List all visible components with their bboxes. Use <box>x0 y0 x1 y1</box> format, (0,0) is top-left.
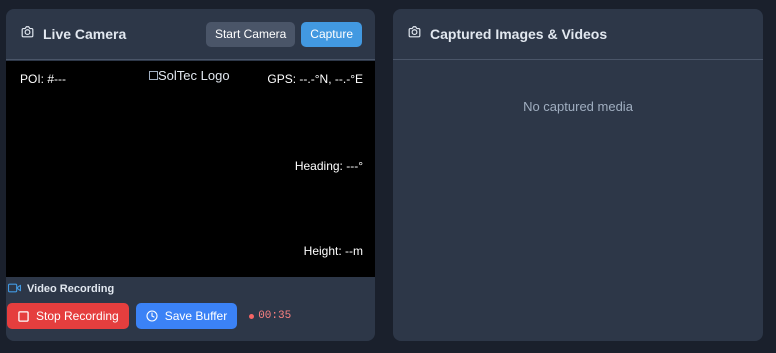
video-recording-header: Video Recording <box>6 281 375 297</box>
recording-indicator-dot <box>249 313 255 319</box>
captured-media-title: Captured Images & Videos <box>430 26 608 42</box>
stop-recording-label: Stop Recording <box>36 309 119 323</box>
camera-icon <box>407 25 422 43</box>
video-recording-section: Video Recording Stop Recording Save Buff… <box>6 281 375 329</box>
save-buffer-button[interactable]: Save Buffer <box>135 303 238 329</box>
clock-icon <box>146 310 158 322</box>
camera-feed: POI: #--- SolTec Logo GPS: --.-°N, --.-°… <box>6 61 375 277</box>
live-camera-panel: Live Camera Start Camera Capture POI: #-… <box>6 9 375 341</box>
start-camera-button[interactable]: Start Camera <box>205 21 296 47</box>
soltec-logo: SolTec Logo <box>149 68 230 83</box>
heading-readout: Heading: ---° <box>294 159 363 173</box>
video-icon <box>7 283 21 296</box>
poi-readout: POI: #--- <box>20 72 67 86</box>
live-camera-title: Live Camera <box>43 26 127 42</box>
height-readout: Height: --m <box>303 244 363 258</box>
recording-timer: 00:35 <box>249 310 291 322</box>
gps-readout: GPS: --.-°N, --.-°E <box>267 72 363 86</box>
recording-timer-text: 00:35 <box>258 310 292 322</box>
broken-image-icon <box>149 71 158 80</box>
recording-controls: Stop Recording Save Buffer 00:35 <box>6 303 375 329</box>
stop-icon <box>18 310 29 322</box>
logo-alt-text: SolTec Logo <box>158 68 230 83</box>
empty-state-text: No captured media <box>523 99 633 114</box>
captured-media-panel: Captured Images & Videos No captured med… <box>393 9 763 341</box>
stop-recording-button[interactable]: Stop Recording <box>7 303 129 329</box>
camera-icon <box>20 25 35 43</box>
captured-media-header: Captured Images & Videos <box>393 9 763 60</box>
live-camera-header: Live Camera Start Camera Capture <box>6 9 375 60</box>
video-recording-title: Video Recording <box>27 283 115 295</box>
capture-button[interactable]: Capture <box>301 21 362 47</box>
save-buffer-label: Save Buffer <box>164 309 228 323</box>
